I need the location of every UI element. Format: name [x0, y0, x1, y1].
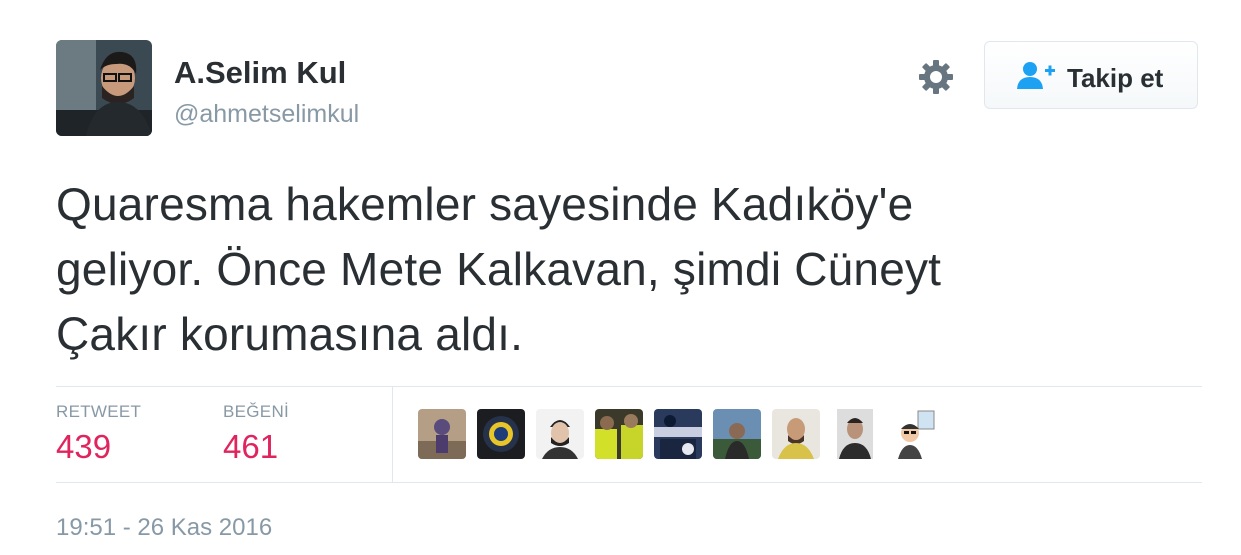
- add-user-icon: [1017, 60, 1057, 90]
- user-screen-name[interactable]: @ahmetselimkul: [174, 100, 359, 129]
- follow-button[interactable]: Takip et: [984, 41, 1198, 109]
- favoriter-avatar[interactable]: [890, 409, 938, 459]
- stats-divider: [392, 386, 393, 482]
- favoriter-avatar[interactable]: [418, 409, 466, 459]
- tweet-line: geliyor. Önce Mete Kalkavan, şimdi Cüney…: [56, 243, 942, 295]
- favoriter-avatar[interactable]: [654, 409, 702, 459]
- tweet-line: Çakır korumasına aldı.: [56, 308, 524, 360]
- favoriter-avatar[interactable]: [595, 409, 643, 459]
- user-avatar[interactable]: [56, 40, 152, 136]
- divider: [56, 482, 1202, 483]
- retweet-label[interactable]: RETWEET: [56, 402, 141, 422]
- gear-icon[interactable]: [916, 57, 956, 97]
- favoriter-avatar[interactable]: [477, 409, 525, 459]
- favoriter-avatar[interactable]: [831, 409, 879, 459]
- tweet-timestamp[interactable]: 19:51 - 26 Kas 2016: [56, 514, 272, 542]
- user-display-name[interactable]: A.Selim Kul: [174, 55, 346, 91]
- likes-label[interactable]: BEĞENİ: [223, 402, 289, 422]
- divider: [56, 386, 1202, 387]
- follow-label: Takip et: [1067, 63, 1164, 93]
- favoriter-avatar[interactable]: [713, 409, 761, 459]
- tweet-text: Quaresma hakemler sayesinde Kadıköy'e ge…: [56, 172, 1186, 367]
- retweet-count[interactable]: 439: [56, 428, 111, 466]
- favoriter-avatar[interactable]: [772, 409, 820, 459]
- favoriter-avatar[interactable]: [536, 409, 584, 459]
- likes-count[interactable]: 461: [223, 428, 278, 466]
- tweet-line: Quaresma hakemler sayesinde Kadıköy'e: [56, 178, 914, 230]
